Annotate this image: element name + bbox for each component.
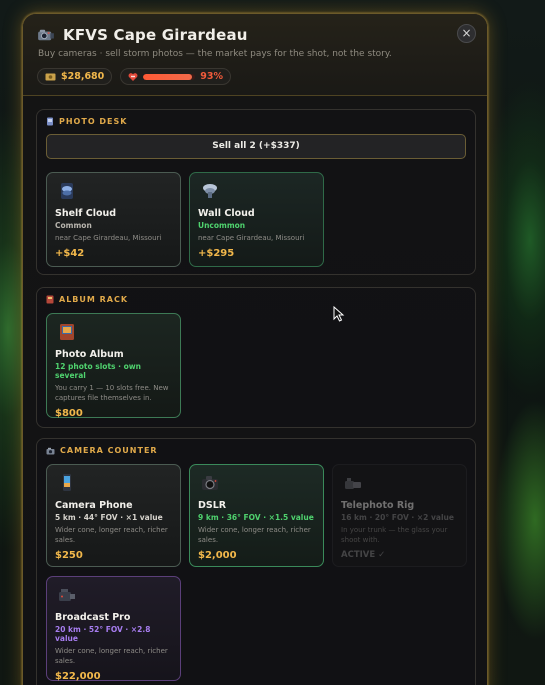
- photo-card-wall-cloud[interactable]: Wall Cloud Uncommon near Cape Girardeau,…: [189, 172, 324, 267]
- camera-price: $250: [55, 550, 83, 561]
- battery-bar: [143, 73, 196, 80]
- camera-specs: 16 km · 20° FOV · ×2 value: [341, 513, 454, 522]
- camera-card-broadcast-pro[interactable]: Broadcast Pro 20 km · 52° FOV · ×2.8 val…: [46, 576, 181, 682]
- album-rack-icon: [46, 295, 54, 304]
- photo-rarity: Uncommon: [198, 221, 246, 230]
- wall-cloud-icon: [203, 184, 217, 198]
- battery-heart-icon: [128, 72, 138, 81]
- camera-phone-icon: [63, 474, 71, 491]
- photo-name: Wall Cloud: [198, 208, 255, 219]
- camera-specs: 20 km · 52° FOV · ×2.8 value: [55, 625, 151, 643]
- camera-desc: In your trunk — the glass your shoot wit…: [341, 526, 448, 544]
- camera-desc: Wider cone, longer reach, richer sales.: [55, 526, 168, 544]
- photo-card-shelf-cloud[interactable]: Shelf Cloud Common near Cape Girardeau, …: [46, 172, 181, 267]
- album-rack-heading: ALBUM RACK: [46, 295, 128, 304]
- camera-counter-title: CAMERA COUNTER: [60, 446, 158, 455]
- album-card-photo-album[interactable]: Photo Album 12 photo slots · own several…: [46, 313, 181, 419]
- telephoto-rig-icon: [345, 478, 361, 489]
- photo-location: near Cape Girardeau, Missouri: [55, 234, 162, 242]
- camera-card-dslr[interactable]: DSLR 9 km · 36° FOV · ×1.5 value Wider c…: [189, 464, 324, 567]
- stats-row: $28,680 93%: [37, 68, 473, 85]
- mouse-cursor-icon: [333, 306, 345, 322]
- photo-price: +$295: [198, 248, 235, 259]
- album-desc: You carry 1 — 10 slots free. New capture…: [55, 384, 169, 402]
- album-rack-title: ALBUM RACK: [59, 295, 129, 304]
- photo-price: +$42: [55, 248, 85, 259]
- camera-icon: [38, 29, 54, 41]
- shelf-cloud-icon: [61, 183, 73, 199]
- camera-active-badge: ACTIVE ✓: [341, 550, 386, 560]
- album-price: $800: [55, 408, 83, 419]
- photo-rarity: Common: [55, 221, 92, 230]
- camera-name: Camera Phone: [55, 500, 133, 511]
- camera-card-camera-phone[interactable]: Camera Phone 5 km · 44° FOV · ×1 value W…: [46, 464, 181, 567]
- camera-price: $22,000: [55, 671, 101, 682]
- battery-fill: [143, 73, 192, 80]
- money-pill: $28,680: [37, 68, 113, 85]
- close-button[interactable]: ×: [457, 24, 476, 43]
- battery-percent: 93%: [200, 71, 224, 82]
- photo-name: Shelf Cloud: [55, 208, 117, 219]
- dslr-icon: [202, 476, 218, 490]
- shop-subtitle: Buy cameras · sell storm photos — the ma…: [38, 49, 392, 59]
- album-slots: 12 photo slots · own several: [55, 362, 141, 380]
- camera-name: Telephoto Rig: [341, 500, 415, 511]
- sell-all-button[interactable]: Sell all 2 (+$337): [46, 134, 466, 159]
- camera-card-telephoto-rig: Telephoto Rig 16 km · 20° FOV · ×2 value…: [332, 464, 467, 567]
- photo-album-icon: [60, 324, 74, 340]
- photo-location: near Cape Girardeau, Missouri: [198, 234, 305, 242]
- photo-desk-heading: PHOTO DESK: [46, 117, 127, 126]
- money-value: $28,680: [61, 71, 105, 82]
- photo-desk-title: PHOTO DESK: [59, 117, 128, 126]
- camera-price: $2,000: [198, 550, 237, 561]
- shop-title: KFVS Cape Girardeau: [63, 26, 248, 44]
- camera-counter-heading: CAMERA COUNTER: [46, 446, 158, 455]
- cash-icon: [45, 73, 56, 80]
- battery-pill: 93%: [120, 68, 232, 85]
- camera-counter-section: CAMERA COUNTER Camera Phone 5 km · 44° F…: [36, 438, 476, 685]
- photo-desk-icon: [47, 117, 53, 126]
- camera-desc: Wider cone, longer reach, richer sales.: [55, 647, 168, 665]
- album-name: Photo Album: [55, 349, 124, 360]
- album-rack-section: ALBUM RACK Photo Album 12 photo slots · …: [36, 287, 476, 428]
- camera-specs: 9 km · 36° FOV · ×1.5 value: [198, 513, 314, 522]
- photo-desk-section: PHOTO DESK Sell all 2 (+$337) Shelf Clou…: [36, 109, 476, 275]
- broadcast-camera-icon: [59, 589, 75, 601]
- camera-name: Broadcast Pro: [55, 612, 131, 623]
- shop-modal: KFVS Cape Girardeau × Buy cameras · sell…: [22, 13, 488, 685]
- modal-header: KFVS Cape Girardeau × Buy cameras · sell…: [23, 14, 487, 96]
- camera-desc: Wider cone, longer reach, richer sales.: [198, 526, 311, 544]
- camera-name: DSLR: [198, 500, 227, 511]
- camera-specs: 5 km · 44° FOV · ×1 value: [55, 513, 163, 522]
- camera-counter-icon: [46, 447, 55, 454]
